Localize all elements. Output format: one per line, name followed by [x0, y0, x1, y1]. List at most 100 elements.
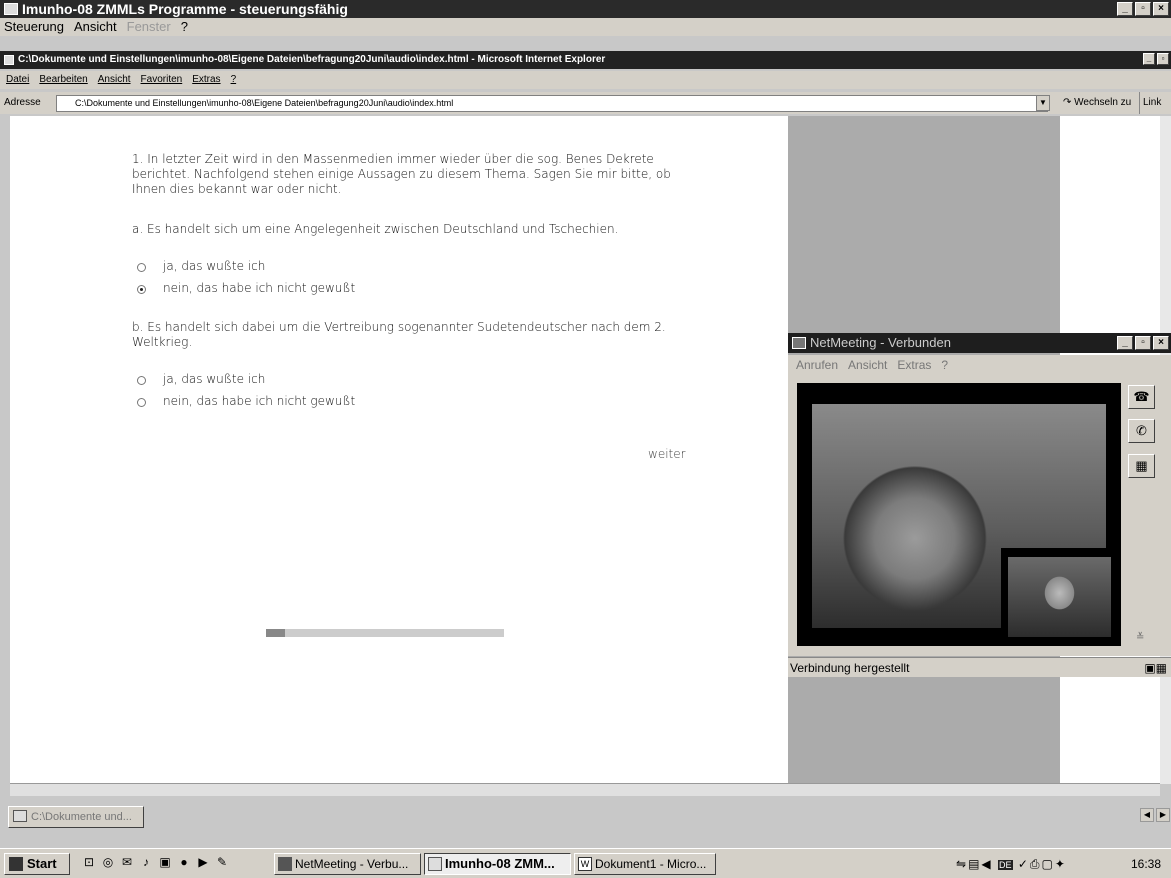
- tray-icon-window[interactable]: ▢: [1042, 857, 1055, 871]
- item-a-yes-radio[interactable]: [137, 263, 146, 272]
- ie-menu-datei[interactable]: Datei: [6, 71, 29, 89]
- phone-icon[interactable]: ☎: [1128, 385, 1155, 409]
- ie-menu-help[interactable]: ?: [231, 71, 237, 89]
- tray-icon-printer[interactable]: ⎙: [1030, 857, 1042, 871]
- tray-icon-network[interactable]: ⇋: [956, 857, 968, 871]
- tray-icon-computer[interactable]: ▤: [968, 857, 981, 871]
- maximize-button[interactable]: ▫: [1135, 2, 1151, 16]
- ie-title: C:\Dokumente und Einstellungen\imunho-08…: [18, 54, 606, 65]
- netmeeting-minimize-button[interactable]: _: [1117, 336, 1133, 350]
- nm-menu-anrufen[interactable]: Anrufen: [796, 355, 838, 375]
- ie-menu-extras[interactable]: Extras: [192, 71, 220, 89]
- ie-minimize-button[interactable]: _: [1143, 53, 1155, 65]
- directory-icon[interactable]: ▦: [1128, 454, 1155, 478]
- question-text: 1. In letzter Zeit wird in den Massenmed…: [132, 152, 671, 196]
- local-video-image: [1008, 557, 1111, 637]
- tray-icon-netmeeting[interactable]: ✦: [1055, 857, 1067, 871]
- next-link[interactable]: weiter: [648, 447, 686, 462]
- desktop-icon[interactable]: ⊡: [82, 855, 96, 869]
- netmeeting-status: Verbindung hergestellt: [790, 661, 910, 675]
- word-icon: W: [578, 857, 592, 871]
- network-status-icon: ▣▦: [1144, 661, 1167, 675]
- media-icon[interactable]: ♪: [139, 855, 153, 869]
- nm-menu-extras[interactable]: Extras: [897, 355, 931, 375]
- messenger-icon[interactable]: ●: [177, 855, 191, 869]
- item-b-yes-label: ja, das wußte ich: [163, 372, 266, 386]
- window-icon[interactable]: ▣: [158, 855, 172, 869]
- netmeeting-status-bar: Verbindung hergestellt ▣▦: [788, 657, 1171, 677]
- address-dropdown-button[interactable]: ▼: [1036, 95, 1050, 111]
- ie-title-bar: C:\Dokumente und Einstellungen\imunho-08…: [0, 51, 1171, 69]
- progress-fill: [266, 629, 286, 637]
- go-button[interactable]: ↷ Wechseln zu: [1063, 92, 1131, 114]
- ie-restore-button[interactable]: ▫: [1157, 53, 1169, 65]
- menu-steuerung[interactable]: Steuerung: [4, 18, 64, 36]
- browser-icon[interactable]: ◎: [101, 855, 115, 869]
- tray-icon-pen[interactable]: ✓: [1018, 857, 1030, 871]
- gray-strip: [0, 830, 1171, 848]
- clock: 16:38: [1130, 857, 1161, 871]
- nm-menu-ansicht[interactable]: Ansicht: [848, 355, 887, 375]
- go-label: Wechseln zu: [1074, 97, 1132, 108]
- volume-icon[interactable]: ≚: [1136, 632, 1144, 643]
- taskbar-imunho[interactable]: Imunho-08 ZMM...: [424, 853, 571, 875]
- netmeeting-menu-bar: Anrufen Ansicht Extras ?: [788, 355, 1171, 375]
- netmeeting-task-icon: [278, 857, 292, 871]
- netmeeting-icon: [792, 337, 806, 349]
- app-title: Imunho-08 ZMMLs Programme - steuerungsfä…: [22, 1, 348, 17]
- language-indicator[interactable]: DE: [997, 860, 1013, 870]
- minimized-window-item[interactable]: C:\Dokumente und...: [8, 806, 144, 828]
- app-quicklaunch-icon[interactable]: ✎: [215, 855, 229, 869]
- item-a-yes-label: ja, das wußte ich: [163, 259, 266, 273]
- app-menu-bar: Steuerung Ansicht Fenster ?: [0, 18, 1171, 36]
- horizontal-scrollbar[interactable]: [10, 783, 1160, 796]
- minimized-windows-strip: [0, 800, 1171, 830]
- tray-icon-speaker[interactable]: ◀: [981, 857, 992, 871]
- taskbar-word[interactable]: W Dokument1 - Micro...: [574, 853, 716, 875]
- system-tray: ⇋▤◀ DE ✓⎙▢✦: [956, 853, 1124, 875]
- taskbar-netmeeting-label: NetMeeting - Verbu...: [295, 857, 409, 871]
- ie-menu-favoriten[interactable]: Favoriten: [141, 71, 183, 89]
- item-b-text: b. Es handelt sich dabei um die Vertreib…: [132, 320, 666, 349]
- windows-logo-icon: [9, 857, 23, 871]
- taskbar-word-label: Dokument1 - Micro...: [595, 857, 707, 871]
- scroll-left-button[interactable]: ◀: [1140, 808, 1154, 822]
- netmeeting-title: NetMeeting - Verbunden: [810, 335, 951, 350]
- nm-menu-help[interactable]: ?: [941, 355, 948, 375]
- item-b-no-radio[interactable]: [137, 398, 146, 407]
- ie-menu-bearbeiten[interactable]: Bearbeiten: [39, 71, 87, 89]
- close-button[interactable]: ×: [1153, 2, 1169, 16]
- minimized-window-label: C:\Dokumente und...: [31, 811, 132, 823]
- item-b-no-label: nein, das habe ich nicht gewußt: [163, 394, 356, 408]
- imunho-task-icon: [428, 857, 442, 871]
- mouse-cursor: [156, 353, 168, 367]
- taskbar-imunho-label: Imunho-08 ZMM...: [445, 856, 555, 871]
- address-bar: Adresse C:\Dokumente und Einstellungen\i…: [0, 92, 1171, 114]
- app-icon: [4, 3, 18, 15]
- menu-help[interactable]: ?: [181, 18, 188, 36]
- ie-menu-ansicht[interactable]: Ansicht: [98, 71, 131, 89]
- ie-icon: [4, 55, 14, 65]
- hangup-icon[interactable]: ✆: [1128, 419, 1155, 443]
- taskbar-netmeeting[interactable]: NetMeeting - Verbu...: [274, 853, 421, 875]
- scroll-right-button[interactable]: ▶: [1156, 808, 1170, 822]
- window-icon: [13, 810, 27, 822]
- netmeeting-maximize-button[interactable]: ▫: [1135, 336, 1151, 350]
- links-button[interactable]: Link: [1139, 92, 1161, 114]
- minimize-button[interactable]: _: [1117, 2, 1133, 16]
- start-button[interactable]: Start: [4, 853, 70, 875]
- start-label: Start: [27, 856, 57, 871]
- item-a-no-label: nein, das habe ich nicht gewußt: [163, 281, 356, 295]
- ie-menu-bar: Datei Bearbeiten Ansicht Favoriten Extra…: [0, 71, 1171, 89]
- item-b-yes-radio[interactable]: [137, 376, 146, 385]
- netmeeting-close-button[interactable]: ×: [1153, 336, 1169, 350]
- item-a-text: a. Es handelt sich um eine Angelegenheit…: [132, 222, 619, 236]
- menu-ansicht[interactable]: Ansicht: [74, 18, 117, 36]
- taskbar: Start ⊡ ◎ ✉ ♪ ▣ ● ▶ ✎ NetMeeting - Verbu…: [0, 848, 1171, 878]
- address-input[interactable]: C:\Dokumente und Einstellungen\imunho-08…: [56, 95, 1048, 112]
- address-value: C:\Dokumente und Einstellungen\imunho-08…: [75, 98, 454, 108]
- local-video-preview: [1001, 548, 1115, 640]
- player-icon[interactable]: ▶: [196, 855, 210, 869]
- mail-icon[interactable]: ✉: [120, 855, 134, 869]
- item-a-no-radio[interactable]: [137, 285, 146, 294]
